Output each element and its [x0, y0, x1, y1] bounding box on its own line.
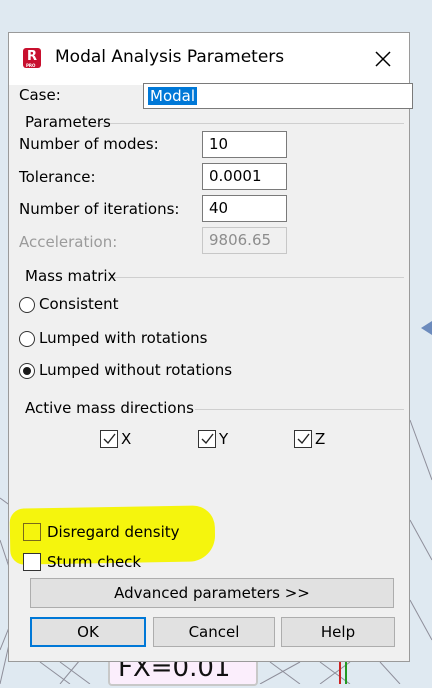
sturm-check-checkbox[interactable] — [23, 553, 41, 571]
case-input[interactable]: Modal — [143, 83, 413, 109]
checkmark-icon — [201, 433, 214, 445]
modal-analysis-dialog: R PRO Modal Analysis Parameters Case: Mo… — [8, 32, 413, 662]
consistent-radio[interactable] — [19, 297, 35, 313]
consistent-label[interactable]: Consistent — [39, 295, 118, 313]
lumped-with-rotations-radio[interactable] — [19, 331, 35, 347]
advanced-parameters-button[interactable]: Advanced parameters >> — [30, 578, 394, 608]
acceleration-input: 9806.65 — [202, 227, 287, 254]
case-label: Case: — [19, 86, 61, 104]
tolerance-input[interactable]: 0.0001 — [202, 163, 287, 190]
dialog-title: Modal Analysis Parameters — [55, 47, 285, 67]
number-of-modes-input[interactable]: 10 — [202, 131, 287, 158]
help-button[interactable]: Help — [281, 617, 395, 647]
backdrop-arrow-icon — [421, 321, 432, 335]
title-bar[interactable]: R PRO Modal Analysis Parameters — [9, 33, 409, 85]
mass-matrix-separator — [113, 277, 404, 278]
active-mass-directions-legend: Active mass directions — [25, 399, 194, 417]
mass-matrix-legend: Mass matrix — [25, 267, 117, 285]
checkmark-icon — [103, 433, 116, 445]
direction-y-label[interactable]: Y — [219, 430, 228, 448]
direction-y-checkbox[interactable] — [198, 430, 216, 448]
parameters-separator — [89, 123, 404, 124]
acceleration-label: Acceleration: — [19, 233, 118, 251]
close-button[interactable] — [365, 41, 401, 77]
disregard-density-checkbox[interactable] — [23, 523, 41, 541]
lumped-without-rotations-label[interactable]: Lumped without rotations — [39, 361, 232, 379]
number-of-modes-label: Number of modes: — [19, 135, 159, 153]
cancel-button[interactable]: Cancel — [153, 617, 275, 647]
parameters-legend: Parameters — [25, 113, 111, 131]
sturm-check-label[interactable]: Sturm check — [47, 553, 141, 571]
robot-app-icon: R PRO — [23, 48, 41, 68]
mass-directions-separator — [195, 409, 404, 410]
case-value: Modal — [148, 87, 197, 105]
tolerance-label: Tolerance: — [19, 168, 96, 186]
lumped-without-rotations-radio[interactable] — [19, 363, 35, 379]
ok-button[interactable]: OK — [30, 617, 146, 647]
checkmark-icon — [297, 433, 310, 445]
direction-z-checkbox[interactable] — [294, 430, 312, 448]
direction-x-label[interactable]: X — [121, 430, 131, 448]
direction-z-label[interactable]: Z — [315, 430, 325, 448]
lumped-with-rotations-label[interactable]: Lumped with rotations — [39, 329, 207, 347]
disregard-density-label[interactable]: Disregard density — [47, 523, 180, 541]
direction-x-checkbox[interactable] — [100, 430, 118, 448]
close-icon — [375, 51, 391, 67]
number-of-iterations-label: Number of iterations: — [19, 200, 180, 218]
number-of-iterations-input[interactable]: 40 — [202, 195, 287, 222]
